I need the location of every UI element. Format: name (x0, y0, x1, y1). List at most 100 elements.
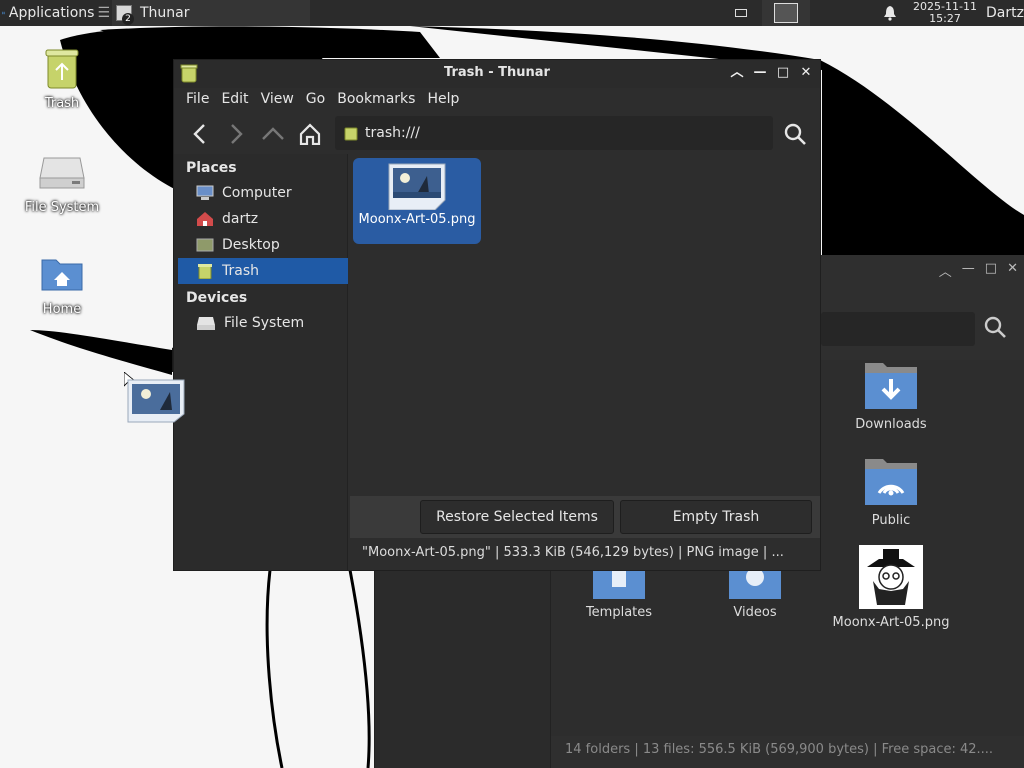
sidebar-item-label: Computer (222, 185, 292, 201)
folder-item-public[interactable]: Public (821, 455, 961, 528)
forward-button[interactable] (221, 119, 251, 149)
maximize-button[interactable]: □ (775, 65, 791, 81)
close-icon[interactable]: ✕ (1007, 261, 1018, 280)
show-desktop-icon (735, 9, 747, 17)
item-label: Moonx-Art-05.png (832, 615, 950, 630)
close-button[interactable]: ✕ (798, 65, 814, 81)
clock-time: 15:27 (929, 12, 961, 25)
computer-icon (196, 185, 214, 200)
devices-header: Devices (186, 290, 248, 306)
chevron-up-icon: ︿ (730, 65, 744, 80)
desktop-filesystem-icon[interactable]: File System (12, 148, 112, 215)
drive-icon (39, 157, 85, 189)
user-menu-button[interactable]: Dartz (986, 0, 1024, 26)
sidebar-item-computer[interactable]: Computer (178, 180, 348, 206)
user-home-icon (197, 212, 213, 226)
sidebar-item-label: Desktop (222, 237, 280, 253)
desktop-icon-label: Trash (44, 96, 80, 111)
trash-action-bar: Restore Selected Items Empty Trash (350, 496, 820, 538)
sidebar: Places Computer dartz Desktop Trash Devi… (174, 154, 348, 570)
search-button[interactable] (780, 119, 810, 149)
sidebar-item-label: dartz (222, 211, 259, 227)
location-bar[interactable]: trash:/// (335, 116, 773, 150)
clock[interactable]: 2025-11-11 15:27 (906, 0, 984, 26)
search-icon (784, 123, 806, 145)
downloads-folder-icon (865, 363, 917, 409)
maximize-icon[interactable]: □ (985, 261, 997, 280)
file-item-label: Moonx-Art-05.png (358, 212, 476, 227)
applications-label: Applications (8, 5, 95, 21)
item-label: Public (871, 513, 911, 528)
places-header: Places (186, 160, 237, 176)
folder-item-videos[interactable]: Videos (685, 563, 825, 620)
bell-icon (884, 6, 896, 21)
task-label: Thunar (140, 5, 190, 21)
item-label: Templates (585, 605, 653, 620)
desktop-trash-icon[interactable]: Trash (12, 44, 112, 111)
sidebar-item-trash[interactable]: Trash (178, 258, 348, 284)
shade-button[interactable]: ︿ (729, 65, 745, 81)
search-icon[interactable] (983, 315, 1007, 339)
trash-icon (45, 49, 79, 89)
chevron-left-icon (193, 124, 205, 144)
menu-help[interactable]: Help (427, 88, 471, 112)
drive-icon (197, 317, 215, 330)
title-bar[interactable]: Trash - Thunar ︿ — □ ✕ (174, 60, 820, 88)
folder-item-templates[interactable]: Templates (549, 563, 689, 620)
home-location-bar[interactable] (821, 312, 975, 346)
close-icon: ✕ (800, 65, 812, 80)
show-desktop-button[interactable] (730, 0, 752, 26)
user-label: Dartz (986, 5, 1024, 21)
notifications-button[interactable] (878, 0, 902, 26)
sidebar-item-label: File System (224, 315, 305, 331)
desktop-icon-label: Home (42, 302, 82, 317)
toolbar: trash:/// (174, 114, 820, 154)
sidebar-item-desktop[interactable]: Desktop (178, 232, 348, 258)
minimize-button[interactable]: — (752, 65, 768, 81)
minimize-icon: — (753, 65, 767, 80)
home-folder-icon (41, 259, 83, 291)
maximize-chevron-icon[interactable]: ︿ (939, 261, 952, 280)
window-title: Trash - Thunar (444, 65, 550, 80)
xfce-logo-icon (2, 11, 5, 15)
sidebar-item-dartz[interactable]: dartz (178, 206, 348, 232)
menu-go[interactable]: Go (306, 88, 337, 112)
desktop-icon (196, 238, 214, 252)
item-label: Downloads (855, 417, 927, 432)
trash-icon (344, 127, 358, 141)
workspace-icon (774, 3, 798, 23)
applications-menu-button[interactable]: Applications ☰ (0, 0, 110, 26)
file-item-moonx-art[interactable]: Moonx-Art-05.png (353, 158, 481, 244)
desktop-home-icon[interactable]: Home (12, 250, 112, 317)
status-bar: "Moonx-Art-05.png" | 533.3 KiB (546,129 … (362, 545, 784, 560)
back-button[interactable] (185, 119, 215, 149)
chevron-right-icon (231, 124, 243, 144)
home-icon (299, 123, 321, 145)
home-button[interactable] (295, 119, 325, 149)
file-item-moonx-art[interactable]: Moonx-Art-05.png (821, 545, 961, 630)
menu-bookmarks[interactable]: Bookmarks (337, 88, 427, 112)
task-count-badge: 2 (122, 13, 134, 25)
restore-selected-button[interactable]: Restore Selected Items (420, 500, 614, 534)
empty-trash-button[interactable]: Empty Trash (620, 500, 812, 534)
chevron-up-icon (262, 127, 284, 140)
parent-folder-button[interactable] (258, 119, 288, 149)
menu-file[interactable]: File (186, 88, 221, 112)
menu-indicator-icon: ☰ (97, 5, 110, 21)
location-text: trash:/// (365, 125, 420, 141)
image-file-icon (388, 163, 446, 210)
workspace-switcher[interactable] (762, 0, 810, 26)
item-label: Videos (733, 605, 777, 620)
thunar-task-icon: 2 (116, 5, 134, 25)
public-folder-icon (865, 459, 917, 505)
home-window-controls: ︿ — □ ✕ (939, 261, 1018, 280)
taskbar-thunar-button[interactable]: 2 Thunar (112, 0, 310, 26)
sidebar-item-filesystem[interactable]: File System (178, 310, 348, 336)
maximize-icon: □ (776, 65, 790, 80)
folder-item-downloads[interactable]: Downloads (821, 359, 961, 432)
trash-icon (198, 264, 212, 279)
minimize-icon[interactable]: — (962, 261, 975, 280)
menu-bar: File Edit View Go Bookmarks Help (174, 88, 820, 112)
menu-view[interactable]: View (261, 88, 306, 112)
menu-edit[interactable]: Edit (221, 88, 260, 112)
